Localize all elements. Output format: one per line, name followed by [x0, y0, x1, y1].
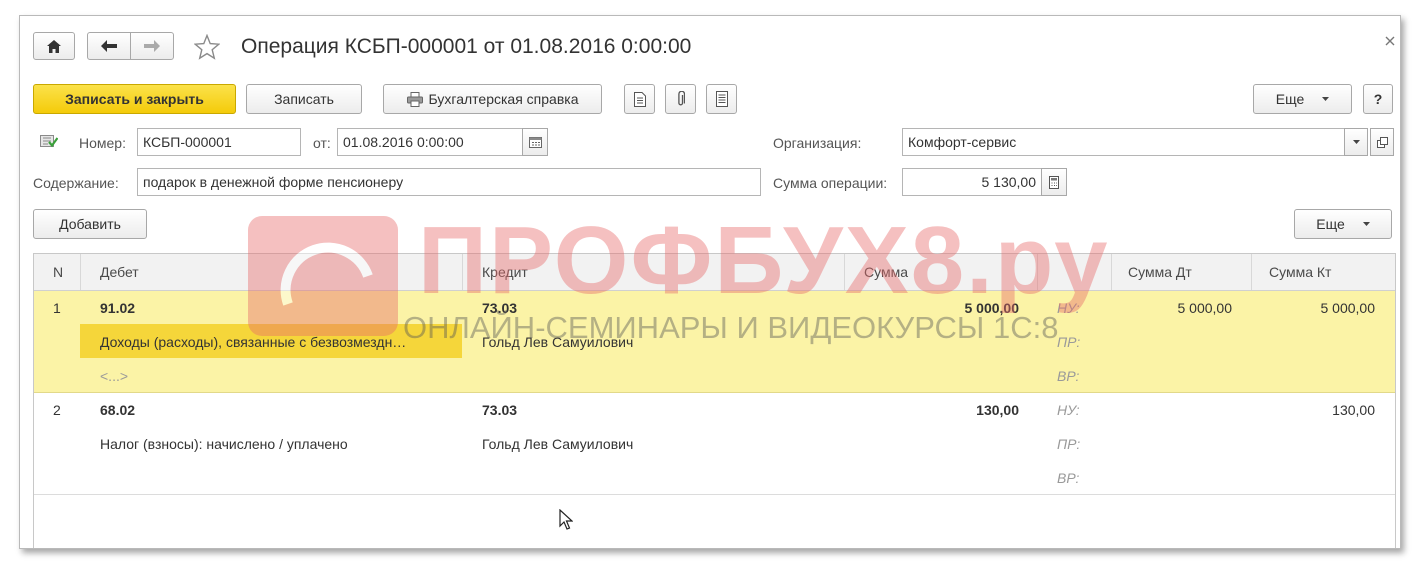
calendar-button[interactable] — [522, 128, 548, 156]
list-icon — [715, 91, 728, 107]
attachments-button[interactable] — [665, 84, 696, 114]
more-menu-button[interactable]: Еще — [1253, 84, 1352, 114]
accounting-report-button[interactable]: Бухгалтерская справка — [383, 84, 602, 114]
table-more-label: Еще — [1316, 216, 1345, 232]
sum-dt-value[interactable]: 5 000,00 — [1111, 300, 1233, 316]
home-icon — [47, 39, 61, 53]
sum-value[interactable]: 5 000,00 — [864, 300, 1020, 316]
document-icon — [633, 91, 646, 107]
organization-dropdown-button[interactable] — [1344, 128, 1368, 156]
credit-account[interactable]: 73.03 — [482, 300, 517, 316]
row-number: 2 — [53, 402, 61, 418]
calculator-icon — [1049, 175, 1059, 189]
accounting-report-label: Бухгалтерская справка — [428, 91, 579, 107]
table-row[interactable]: 1 91.02 Доходы (расходы), связанные с бе… — [34, 291, 1395, 393]
add-row-button[interactable]: Добавить — [33, 209, 147, 239]
pr-label: ПР: — [1057, 436, 1081, 452]
date-field[interactable]: 01.08.2016 0:00:00 — [337, 128, 523, 156]
debit-account[interactable]: 68.02 — [100, 402, 135, 418]
help-button[interactable]: ? — [1363, 84, 1393, 114]
table-header: N Дебет Кредит Сумма Сумма Дт Сумма Кт — [34, 254, 1395, 291]
row-number: 1 — [53, 300, 61, 316]
nu-label: НУ: — [1057, 300, 1080, 316]
cursor-icon — [559, 509, 573, 531]
chevron-down-icon — [1362, 222, 1370, 226]
table-more-button[interactable]: Еще — [1294, 209, 1392, 239]
col-n[interactable]: N — [53, 254, 63, 290]
table-row[interactable]: 2 68.02 Налог (взносы): начислено / упла… — [34, 393, 1395, 495]
chevron-down-icon — [1352, 140, 1360, 144]
printer-icon — [406, 91, 423, 107]
calculator-button[interactable] — [1041, 168, 1067, 196]
document-window: Операция КСБП-000001 от 01.08.2016 0:00:… — [19, 15, 1401, 549]
more-menu-label: Еще — [1275, 91, 1305, 107]
content-label: Содержание: — [33, 175, 119, 191]
debit-account[interactable]: 91.02 — [100, 300, 135, 316]
number-field[interactable]: КСБП-000001 — [137, 128, 301, 156]
sum-kt-value[interactable]: 130,00 — [1251, 402, 1375, 418]
credit-account[interactable]: 73.03 — [482, 402, 517, 418]
back-button[interactable] — [87, 32, 131, 60]
date-label: от: — [313, 135, 331, 151]
col-debit[interactable]: Дебет — [100, 254, 139, 290]
open-window-icon — [1376, 136, 1388, 148]
close-icon[interactable] — [1385, 36, 1395, 46]
col-credit[interactable]: Кредит — [482, 254, 528, 290]
calendar-icon — [528, 136, 542, 148]
arrow-left-icon — [101, 40, 117, 52]
paperclip-icon — [677, 91, 685, 107]
page-title: Операция КСБП-000001 от 01.08.2016 0:00:… — [241, 35, 692, 58]
posted-status-icon — [40, 133, 58, 149]
sum-value[interactable]: 130,00 — [864, 402, 1019, 418]
col-sum-dt[interactable]: Сумма Дт — [1128, 254, 1192, 290]
col-sum-kt[interactable]: Сумма Кт — [1269, 254, 1331, 290]
pr-label: ПР: — [1057, 334, 1081, 350]
debit-subconto-1[interactable]: Налог (взносы): начислено / уплачено — [100, 436, 348, 452]
number-label: Номер: — [79, 135, 126, 151]
entries-table: N Дебет Кредит Сумма Сумма Дт Сумма Кт 1… — [33, 253, 1396, 548]
sum-kt-value[interactable]: 5 000,00 — [1251, 300, 1376, 316]
organization-label: Организация: — [773, 135, 862, 151]
vr-label: ВР: — [1057, 470, 1080, 486]
operation-sum-field[interactable]: 5 130,00 — [902, 168, 1042, 196]
chevron-down-icon — [1322, 97, 1330, 101]
arrow-right-icon — [144, 40, 160, 52]
document-structure-button[interactable] — [624, 84, 655, 114]
content-field[interactable]: подарок в денежной форме пенсионеру — [137, 168, 761, 196]
organization-field[interactable]: Комфорт-сервис — [902, 128, 1345, 156]
operation-sum-label: Сумма операции: — [773, 175, 888, 191]
col-sum[interactable]: Сумма — [864, 254, 908, 290]
save-and-close-button[interactable]: Записать и закрыть — [33, 84, 236, 114]
forward-button[interactable] — [130, 32, 174, 60]
credit-subconto-1[interactable]: Гольд Лев Самуилович — [482, 436, 633, 452]
nu-label: НУ: — [1057, 402, 1080, 418]
organization-open-button[interactable] — [1370, 128, 1394, 156]
save-button[interactable]: Записать — [246, 84, 362, 114]
vr-label: ВР: — [1057, 368, 1080, 384]
credit-subconto-1[interactable]: Гольд Лев Самуилович — [482, 334, 633, 350]
star-icon[interactable] — [194, 34, 220, 60]
records-list-button[interactable] — [706, 84, 737, 114]
debit-subconto-1[interactable]: Доходы (расходы), связанные с безвозмезд… — [100, 334, 406, 350]
home-button[interactable] — [33, 32, 75, 60]
debit-subconto-2[interactable]: <...> — [100, 368, 128, 384]
